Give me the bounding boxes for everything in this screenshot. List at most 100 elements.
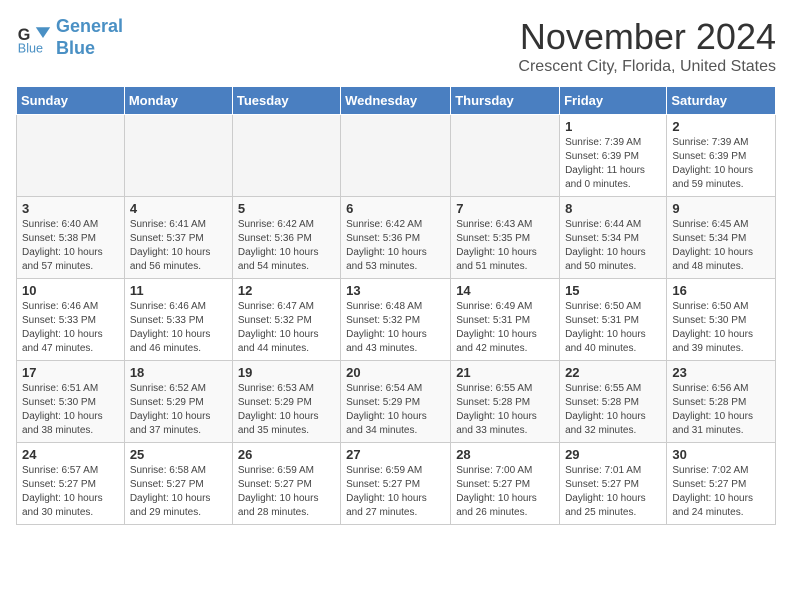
day-number: 17 bbox=[22, 365, 119, 380]
calendar-week-2: 3 Sunrise: 6:40 AM Sunset: 5:38 PM Daylig… bbox=[17, 197, 776, 279]
calendar-cell: 26Sunrise: 6:59 AM Sunset: 5:27 PM Dayli… bbox=[232, 443, 340, 525]
calendar-cell: 3 Sunrise: 6:40 AM Sunset: 5:38 PM Daylig… bbox=[17, 197, 125, 279]
calendar-cell: 10 Sunrise: 6:46 AM Sunset: 5:33 PM Dayli… bbox=[17, 279, 125, 361]
calendar-cell: 2 Sunrise: 7:39 AM Sunset: 6:39 PM Daylig… bbox=[667, 115, 776, 197]
day-info: Sunrise: 6:42 AM Sunset: 5:36 PM Dayligh… bbox=[238, 218, 335, 274]
calendar-cell: 17Sunrise: 6:51 AM Sunset: 5:30 PM Dayli… bbox=[17, 361, 125, 443]
calendar-cell: 13Sunrise: 6:48 AM Sunset: 5:32 PM Dayli… bbox=[341, 279, 451, 361]
month-title: November 2024 bbox=[518, 16, 776, 58]
day-info: Sunrise: 6:41 AM Sunset: 5:37 PM Dayligh… bbox=[130, 218, 227, 274]
weekday-header-thursday: Thursday bbox=[451, 87, 560, 115]
calendar-week-1: 1Sunrise: 7:39 AM Sunset: 6:39 PM Daylig… bbox=[17, 115, 776, 197]
day-info: Sunrise: 6:58 AM Sunset: 5:27 PM Dayligh… bbox=[130, 464, 227, 520]
day-number: 2 bbox=[672, 119, 770, 134]
calendar-cell: 27 Sunrise: 6:59 AM Sunset: 5:27 PM Dayli… bbox=[341, 443, 451, 525]
calendar-cell: 16 Sunrise: 6:50 AM Sunset: 5:30 PM Dayli… bbox=[667, 279, 776, 361]
day-info: Sunrise: 7:02 AM Sunset: 5:27 PM Dayligh… bbox=[672, 464, 770, 520]
day-number: 30 bbox=[672, 447, 770, 462]
day-number: 4 bbox=[130, 201, 227, 216]
day-info: Sunrise: 6:45 AM Sunset: 5:34 PM Dayligh… bbox=[672, 218, 770, 274]
day-number: 21 bbox=[456, 365, 554, 380]
day-number: 22 bbox=[565, 365, 661, 380]
calendar-cell bbox=[17, 115, 125, 197]
calendar-cell: 6 Sunrise: 6:42 AM Sunset: 5:36 PM Daylig… bbox=[341, 197, 451, 279]
day-number: 27 bbox=[346, 447, 445, 462]
day-info: Sunrise: 6:43 AM Sunset: 5:35 PM Dayligh… bbox=[456, 218, 554, 274]
calendar-cell: 28 Sunrise: 7:00 AM Sunset: 5:27 PM Dayli… bbox=[451, 443, 560, 525]
calendar-table: SundayMondayTuesdayWednesdayThursdayFrid… bbox=[16, 86, 776, 525]
calendar-week-4: 17Sunrise: 6:51 AM Sunset: 5:30 PM Dayli… bbox=[17, 361, 776, 443]
logo-icon: G Blue bbox=[16, 20, 52, 56]
day-info: Sunrise: 6:46 AM Sunset: 5:33 PM Dayligh… bbox=[22, 300, 119, 356]
day-number: 25 bbox=[130, 447, 227, 462]
day-number: 20 bbox=[346, 365, 445, 380]
location-subtitle: Crescent City, Florida, United States bbox=[518, 58, 776, 76]
logo-text: General Blue bbox=[56, 16, 123, 59]
day-info: Sunrise: 7:01 AM Sunset: 5:27 PM Dayligh… bbox=[565, 464, 661, 520]
day-info: Sunrise: 6:49 AM Sunset: 5:31 PM Dayligh… bbox=[456, 300, 554, 356]
calendar-cell: 14Sunrise: 6:49 AM Sunset: 5:31 PM Dayli… bbox=[451, 279, 560, 361]
day-number: 6 bbox=[346, 201, 445, 216]
weekday-header-sunday: Sunday bbox=[17, 87, 125, 115]
calendar-cell: 20 Sunrise: 6:54 AM Sunset: 5:29 PM Dayli… bbox=[341, 361, 451, 443]
day-number: 16 bbox=[672, 283, 770, 298]
weekday-header-monday: Monday bbox=[124, 87, 232, 115]
calendar-cell: 11Sunrise: 6:46 AM Sunset: 5:33 PM Dayli… bbox=[124, 279, 232, 361]
day-info: Sunrise: 6:59 AM Sunset: 5:27 PM Dayligh… bbox=[346, 464, 445, 520]
day-info: Sunrise: 6:40 AM Sunset: 5:38 PM Dayligh… bbox=[22, 218, 119, 274]
calendar-cell: 23Sunrise: 6:56 AM Sunset: 5:28 PM Dayli… bbox=[667, 361, 776, 443]
calendar-cell: 24Sunrise: 6:57 AM Sunset: 5:27 PM Dayli… bbox=[17, 443, 125, 525]
day-number: 28 bbox=[456, 447, 554, 462]
calendar-cell bbox=[341, 115, 451, 197]
logo-line1: General bbox=[56, 16, 123, 36]
day-info: Sunrise: 6:55 AM Sunset: 5:28 PM Dayligh… bbox=[456, 382, 554, 438]
calendar-week-3: 10 Sunrise: 6:46 AM Sunset: 5:33 PM Dayli… bbox=[17, 279, 776, 361]
day-info: Sunrise: 6:42 AM Sunset: 5:36 PM Dayligh… bbox=[346, 218, 445, 274]
logo: G Blue General Blue bbox=[16, 16, 123, 59]
weekday-header-wednesday: Wednesday bbox=[341, 87, 451, 115]
day-info: Sunrise: 6:56 AM Sunset: 5:28 PM Dayligh… bbox=[672, 382, 770, 438]
calendar-cell: 18Sunrise: 6:52 AM Sunset: 5:29 PM Dayli… bbox=[124, 361, 232, 443]
calendar-cell: 30 Sunrise: 7:02 AM Sunset: 5:27 PM Dayli… bbox=[667, 443, 776, 525]
calendar-cell: 4 Sunrise: 6:41 AM Sunset: 5:37 PM Daylig… bbox=[124, 197, 232, 279]
calendar-cell bbox=[232, 115, 340, 197]
calendar-cell bbox=[124, 115, 232, 197]
weekday-header-saturday: Saturday bbox=[667, 87, 776, 115]
day-info: Sunrise: 6:50 AM Sunset: 5:30 PM Dayligh… bbox=[672, 300, 770, 356]
svg-text:Blue: Blue bbox=[18, 41, 43, 55]
calendar-cell: 21 Sunrise: 6:55 AM Sunset: 5:28 PM Dayli… bbox=[451, 361, 560, 443]
day-info: Sunrise: 7:00 AM Sunset: 5:27 PM Dayligh… bbox=[456, 464, 554, 520]
calendar-cell bbox=[451, 115, 560, 197]
day-number: 19 bbox=[238, 365, 335, 380]
calendar-cell: 9 Sunrise: 6:45 AM Sunset: 5:34 PM Daylig… bbox=[667, 197, 776, 279]
day-info: Sunrise: 6:47 AM Sunset: 5:32 PM Dayligh… bbox=[238, 300, 335, 356]
day-number: 11 bbox=[130, 283, 227, 298]
day-info: Sunrise: 6:44 AM Sunset: 5:34 PM Dayligh… bbox=[565, 218, 661, 274]
day-info: Sunrise: 6:53 AM Sunset: 5:29 PM Dayligh… bbox=[238, 382, 335, 438]
day-number: 5 bbox=[238, 201, 335, 216]
logo-line2: Blue bbox=[56, 38, 95, 58]
day-number: 15 bbox=[565, 283, 661, 298]
day-number: 12 bbox=[238, 283, 335, 298]
day-info: Sunrise: 6:54 AM Sunset: 5:29 PM Dayligh… bbox=[346, 382, 445, 438]
calendar-cell: 12 Sunrise: 6:47 AM Sunset: 5:32 PM Dayli… bbox=[232, 279, 340, 361]
day-info: Sunrise: 6:50 AM Sunset: 5:31 PM Dayligh… bbox=[565, 300, 661, 356]
calendar-cell: 22 Sunrise: 6:55 AM Sunset: 5:28 PM Dayli… bbox=[560, 361, 667, 443]
day-number: 18 bbox=[130, 365, 227, 380]
day-number: 26 bbox=[238, 447, 335, 462]
day-number: 13 bbox=[346, 283, 445, 298]
day-number: 29 bbox=[565, 447, 661, 462]
day-info: Sunrise: 6:55 AM Sunset: 5:28 PM Dayligh… bbox=[565, 382, 661, 438]
day-number: 3 bbox=[22, 201, 119, 216]
day-number: 9 bbox=[672, 201, 770, 216]
calendar-cell: 5 Sunrise: 6:42 AM Sunset: 5:36 PM Daylig… bbox=[232, 197, 340, 279]
day-info: Sunrise: 7:39 AM Sunset: 6:39 PM Dayligh… bbox=[565, 136, 661, 192]
calendar-cell: 19 Sunrise: 6:53 AM Sunset: 5:29 PM Dayli… bbox=[232, 361, 340, 443]
calendar-cell: 29 Sunrise: 7:01 AM Sunset: 5:27 PM Dayli… bbox=[560, 443, 667, 525]
title-block: November 2024 Crescent City, Florida, Un… bbox=[518, 16, 776, 76]
calendar-cell: 15 Sunrise: 6:50 AM Sunset: 5:31 PM Dayli… bbox=[560, 279, 667, 361]
day-info: Sunrise: 7:39 AM Sunset: 6:39 PM Dayligh… bbox=[672, 136, 770, 192]
weekday-header-tuesday: Tuesday bbox=[232, 87, 340, 115]
calendar-cell: 7Sunrise: 6:43 AM Sunset: 5:35 PM Daylig… bbox=[451, 197, 560, 279]
day-number: 10 bbox=[22, 283, 119, 298]
